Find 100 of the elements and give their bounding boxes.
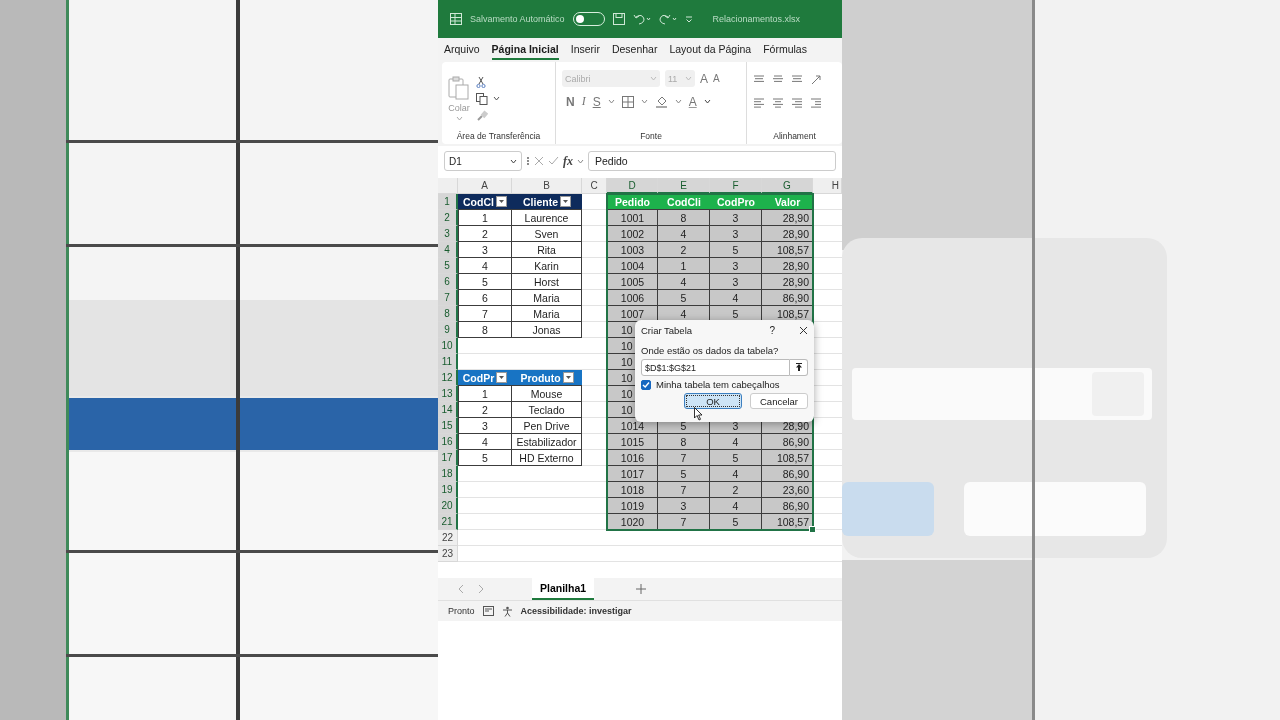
scissors-icon[interactable] (476, 75, 486, 88)
row-header[interactable]: 3 (438, 226, 458, 242)
table-cell: 5 (710, 514, 762, 530)
table-cell: 1 (658, 258, 710, 274)
row-header[interactable]: 9 (438, 322, 458, 338)
copy-icon[interactable] (476, 92, 488, 105)
table-header-cell: CodCl (458, 194, 512, 210)
indent-icon[interactable] (810, 98, 822, 108)
paste-label[interactable]: Colar (448, 103, 470, 113)
column-header[interactable]: D (607, 178, 658, 194)
italic-button[interactable]: I (581, 94, 586, 109)
ribbon-tab[interactable]: Página Inicial (491, 40, 559, 60)
row-header[interactable]: 23 (438, 546, 458, 562)
row-header[interactable]: 18 (438, 466, 458, 482)
check-icon[interactable] (548, 156, 559, 166)
next-sheet-icon[interactable] (478, 584, 484, 594)
collapse-dialog-button[interactable] (790, 359, 808, 376)
save-icon[interactable] (612, 13, 625, 25)
align-left-icon[interactable] (753, 98, 765, 108)
row-header[interactable]: 13 (438, 386, 458, 402)
column-header[interactable]: G (762, 178, 813, 194)
accessibility-icon[interactable] (501, 605, 513, 617)
fill-handle[interactable] (809, 526, 816, 533)
row-header[interactable]: 20 (438, 498, 458, 514)
formula-field[interactable]: Pedido (588, 151, 836, 171)
table-cell: 5 (658, 290, 710, 306)
help-button[interactable]: ? (769, 325, 775, 336)
align-top-icon[interactable] (753, 75, 765, 85)
row-header[interactable]: 8 (438, 306, 458, 322)
row-header[interactable]: 17 (438, 450, 458, 466)
table-cell: 4 (458, 258, 512, 274)
underline-button[interactable]: S (592, 94, 601, 109)
grow-font-button[interactable]: A (700, 71, 708, 86)
filter-button[interactable] (496, 372, 508, 383)
table-cell: 4 (710, 290, 762, 306)
ribbon-tab[interactable]: Arquivo (444, 40, 480, 60)
cancel-button[interactable]: Cancelar (750, 393, 808, 409)
sheet-tab[interactable]: Planilha1 (532, 578, 595, 600)
align-right-icon[interactable] (791, 98, 803, 108)
column-header[interactable]: C (582, 178, 607, 194)
headers-checkbox[interactable] (641, 379, 651, 390)
name-box[interactable]: D1 (444, 151, 522, 171)
range-field[interactable]: $D$1:$G$21 (641, 359, 790, 376)
font-color-button[interactable]: A (688, 94, 697, 109)
ribbon-tab[interactable]: Inserir (570, 40, 600, 60)
row-header[interactable]: 10 (438, 338, 458, 354)
add-sheet-icon[interactable] (636, 584, 647, 594)
row-header[interactable]: 7 (438, 290, 458, 306)
column-header[interactable]: B (512, 178, 582, 194)
caret-icon[interactable] (510, 158, 517, 164)
shrink-font-button[interactable]: A (713, 73, 720, 84)
table-cell: 3 (658, 498, 710, 514)
undo-icon[interactable] (632, 13, 651, 25)
insert-function-button[interactable]: fx (563, 153, 573, 169)
align-bottom-icon[interactable] (791, 75, 803, 85)
orientation-icon[interactable] (810, 74, 822, 86)
row-header[interactable]: 14 (438, 402, 458, 418)
column-header[interactable]: A (458, 178, 512, 194)
row-header[interactable]: 19 (438, 482, 458, 498)
align-center-icon[interactable] (772, 98, 784, 108)
brush-icon[interactable] (476, 109, 488, 122)
close-icon[interactable] (799, 326, 808, 335)
filter-button[interactable] (562, 372, 574, 383)
row-header[interactable]: 12 (438, 370, 458, 386)
previous-sheet-icon[interactable] (458, 584, 464, 594)
ribbon-tab[interactable]: Fórmulas (763, 40, 807, 60)
borders-icon[interactable] (621, 95, 634, 108)
table-cell: 1020 (607, 514, 658, 530)
caret-icon[interactable] (493, 96, 500, 101)
row-header[interactable]: 5 (438, 258, 458, 274)
column-header[interactable]: H (813, 178, 842, 194)
row-header[interactable]: 22 (438, 530, 458, 546)
row-header[interactable]: 15 (438, 418, 458, 434)
row-header[interactable]: 11 (438, 354, 458, 370)
macro-icon[interactable] (482, 606, 494, 616)
spreadsheet-icon (450, 13, 462, 25)
ok-button[interactable]: OK (684, 393, 742, 409)
filter-button[interactable] (560, 196, 571, 207)
customize-icon[interactable] (684, 15, 693, 23)
ribbon-tab[interactable]: Layout da Página (669, 40, 752, 60)
caret-icon[interactable] (703, 99, 711, 104)
column-header[interactable]: E (658, 178, 710, 194)
align-middle-icon[interactable] (772, 75, 784, 85)
accessibility-status[interactable]: Acessibilidade: investigar (520, 606, 632, 616)
ribbon-tab[interactable]: Desenhar (611, 40, 658, 60)
row-header[interactable]: 6 (438, 274, 458, 290)
filter-button[interactable] (495, 196, 507, 207)
column-header[interactable]: F (710, 178, 762, 194)
table-cell: Maria (512, 290, 582, 306)
cancel-icon[interactable] (534, 156, 544, 166)
row-header[interactable]: 2 (438, 210, 458, 226)
redo-icon[interactable] (658, 13, 677, 25)
table-cell: 1006 (607, 290, 658, 306)
table-cell: 4 (710, 466, 762, 482)
row-header[interactable]: 4 (438, 242, 458, 258)
row-header[interactable]: 21 (438, 514, 458, 530)
row-header[interactable]: 16 (438, 434, 458, 450)
bold-button[interactable]: N (566, 94, 575, 109)
fill-color-icon[interactable] (654, 95, 668, 108)
row-header[interactable]: 1 (438, 194, 458, 210)
